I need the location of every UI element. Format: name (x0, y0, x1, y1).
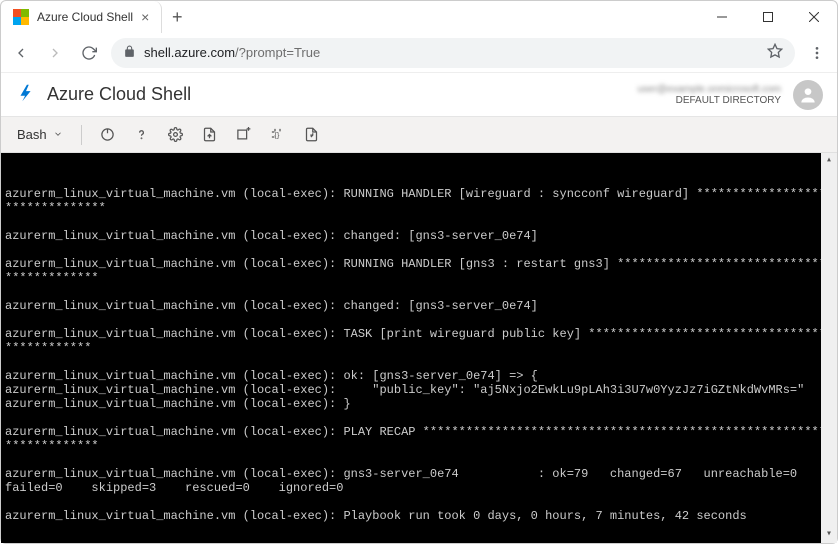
back-button[interactable] (9, 41, 33, 65)
chevron-down-icon (53, 127, 63, 142)
maximize-button[interactable] (745, 1, 791, 33)
scroll-down-icon[interactable]: ▾ (821, 527, 837, 543)
restart-icon[interactable] (94, 121, 122, 149)
tab-close-icon[interactable]: × (141, 9, 149, 25)
account-directory: DEFAULT DIRECTORY (637, 95, 781, 106)
editor-icon[interactable]: {} (264, 121, 292, 149)
terminal-line (5, 243, 833, 257)
cloud-shell-toolbar: Bash {} (1, 117, 837, 153)
terminal-line: azurerm_linux_virtual_machine.vm (local-… (5, 467, 833, 495)
terminal-line: azurerm_linux_virtual_machine.vm (local-… (5, 187, 833, 215)
address-bar[interactable]: shell.azure.com/?prompt=True (111, 38, 795, 68)
shell-name: Bash (17, 127, 47, 142)
tab-title: Azure Cloud Shell (37, 10, 133, 24)
azure-logo-icon (15, 82, 37, 107)
terminal-line (5, 355, 833, 369)
shell-selector[interactable]: Bash (11, 123, 69, 146)
menu-button[interactable] (805, 41, 829, 65)
terminal-line: azurerm_linux_virtual_machine.vm (local-… (5, 383, 833, 397)
upload-icon[interactable] (196, 121, 224, 149)
lock-icon (123, 45, 136, 61)
account-email: user@example.onmicrosoft.com (637, 84, 781, 95)
forward-button[interactable] (43, 41, 67, 65)
terminal-line (5, 285, 833, 299)
terminal-scrollbar[interactable]: ▴ ▾ (821, 153, 837, 543)
browser-tab[interactable]: Azure Cloud Shell × (1, 1, 162, 33)
azure-header: Azure Cloud Shell user@example.onmicroso… (1, 73, 837, 117)
minimize-button[interactable] (699, 1, 745, 33)
settings-icon[interactable] (162, 121, 190, 149)
help-icon[interactable] (128, 121, 156, 149)
account-info[interactable]: user@example.onmicrosoft.com DEFAULT DIR… (637, 84, 781, 106)
avatar[interactable] (793, 80, 823, 110)
terminal-line: azurerm_linux_virtual_machine.vm (local-… (5, 369, 833, 383)
terminal-line: azurerm_linux_virtual_machine.vm (local-… (5, 229, 833, 243)
separator (81, 125, 82, 145)
new-session-icon[interactable] (230, 121, 258, 149)
web-preview-icon[interactable] (298, 121, 326, 149)
page-title: Azure Cloud Shell (47, 84, 191, 105)
scroll-up-icon[interactable]: ▴ (821, 153, 837, 169)
svg-text:{}: {} (275, 131, 281, 140)
reload-button[interactable] (77, 41, 101, 65)
terminal-line: azurerm_linux_virtual_machine.vm (local-… (5, 397, 833, 411)
ms-logo-icon (13, 9, 29, 25)
window-titlebar: Azure Cloud Shell × + (1, 1, 837, 33)
window-controls (699, 1, 837, 33)
terminal-line (5, 215, 833, 229)
browser-toolbar: shell.azure.com/?prompt=True (1, 33, 837, 73)
terminal-line: azurerm_linux_virtual_machine.vm (local-… (5, 509, 833, 523)
terminal-line: azurerm_linux_virtual_machine.vm (local-… (5, 425, 833, 453)
terminal-line (5, 411, 833, 425)
close-button[interactable] (791, 1, 837, 33)
terminal-line: azurerm_linux_virtual_machine.vm (local-… (5, 257, 833, 285)
terminal-line: azurerm_linux_virtual_machine.vm (local-… (5, 299, 833, 313)
terminal-line (5, 495, 833, 509)
terminal-line (5, 453, 833, 467)
terminal-line (5, 313, 833, 327)
terminal-line: azurerm_linux_virtual_machine.vm (local-… (5, 327, 833, 355)
url-text: shell.azure.com/?prompt=True (144, 45, 320, 60)
star-icon[interactable] (767, 43, 783, 62)
terminal-output[interactable]: azurerm_linux_virtual_machine.vm (local-… (1, 153, 837, 543)
new-tab-button[interactable]: + (162, 1, 192, 33)
